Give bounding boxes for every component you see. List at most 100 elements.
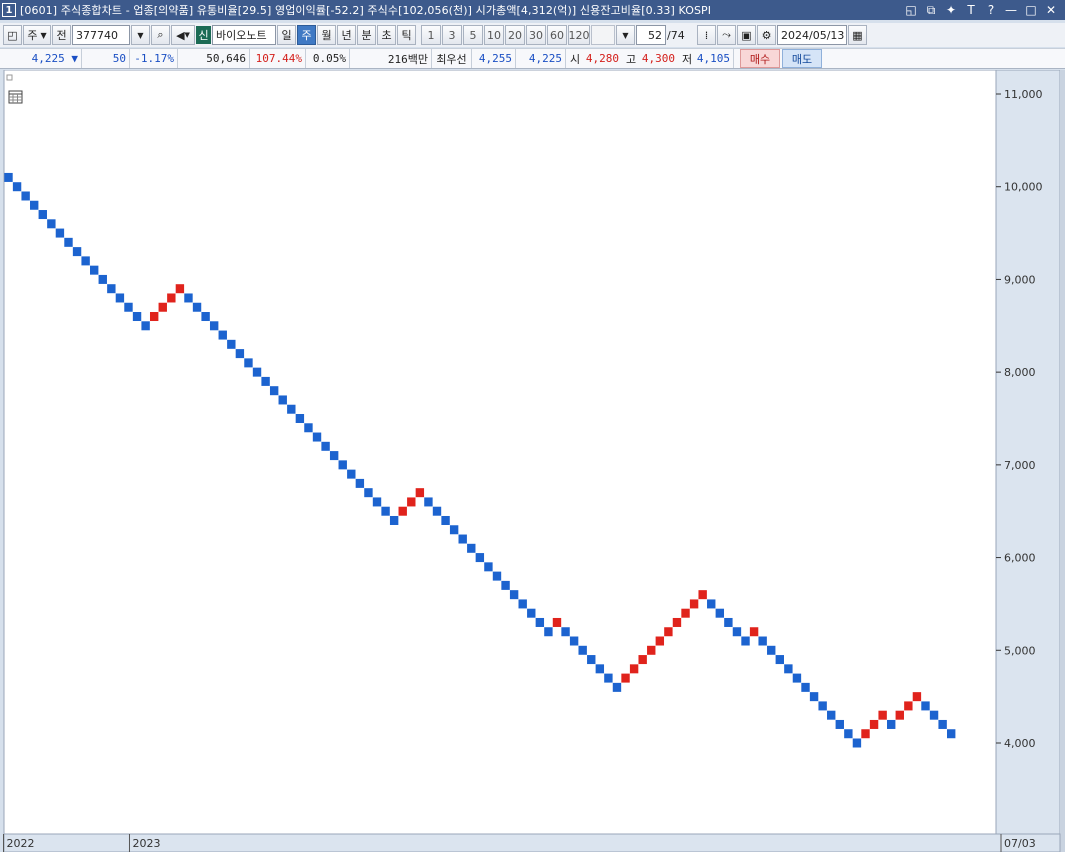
x-tick-label: 2023	[132, 837, 160, 850]
up-box	[861, 729, 870, 739]
count-input[interactable]: 52	[636, 25, 666, 45]
down-box	[192, 302, 202, 312]
down-box	[312, 432, 322, 442]
restore-icon[interactable]: ◱	[903, 2, 919, 18]
down-box	[801, 682, 810, 692]
down-box	[818, 701, 827, 711]
interval-dropdown[interactable]: ▼	[616, 25, 635, 45]
period-button[interactable]: 월	[317, 25, 336, 45]
interval-button[interactable]: 30	[526, 25, 546, 45]
close-icon[interactable]: ✕	[1043, 2, 1059, 18]
prev-button[interactable]: 전	[52, 25, 71, 45]
y-tick-label: 4,000	[1004, 737, 1036, 750]
bid-price: 4,225	[516, 49, 566, 68]
down-box	[98, 274, 107, 284]
count-total: /74	[667, 28, 685, 42]
maximize-icon[interactable]: □	[1023, 2, 1039, 18]
down-box	[184, 293, 193, 303]
speaker-icon[interactable]: ◀ ▼	[171, 25, 195, 45]
title-bar: 1 [0601] 주식종합차트 - 업종[의약품] 유통비율[29.5] 영업이…	[0, 0, 1065, 20]
down-box	[355, 478, 365, 488]
down-box	[595, 664, 605, 674]
save-icon[interactable]: ▣	[737, 25, 756, 45]
down-box	[115, 293, 125, 303]
down-box	[449, 525, 459, 535]
down-box	[844, 729, 853, 739]
stock-name-field[interactable]: 바이오노트	[212, 25, 276, 45]
minimize-icon[interactable]: —	[1003, 2, 1019, 18]
down-box	[921, 701, 930, 711]
down-box	[432, 506, 442, 516]
main-toolbar: ◰ 주 ▼ 전 377740 ▼ ⌕ ◀ ▼ 신 바이오노트 일주월년분초틱 135…	[0, 23, 1065, 47]
interval-button[interactable]: 5	[463, 25, 483, 45]
gear-icon[interactable]: ⚙	[757, 25, 776, 45]
interval-button[interactable]: 3	[442, 25, 462, 45]
chevron-down-icon: ▼	[40, 30, 47, 40]
interval-button[interactable]: 1	[421, 25, 441, 45]
text-icon[interactable]: T	[963, 2, 979, 18]
scrollbar-track[interactable]	[1060, 70, 1065, 852]
period-button[interactable]: 년	[337, 25, 356, 45]
high-label: 고	[625, 52, 637, 66]
interval-button[interactable]: 20	[505, 25, 525, 45]
period-button[interactable]: 틱	[397, 25, 416, 45]
down-box	[578, 645, 587, 655]
up-box	[672, 617, 682, 627]
help-icon[interactable]: ?	[983, 2, 999, 18]
down-box	[389, 515, 399, 525]
cascade-icon[interactable]: ⧉	[923, 2, 939, 18]
down-box	[612, 682, 622, 692]
calendar-icon[interactable]: ▦	[848, 25, 867, 45]
low-price: 4,105	[696, 49, 734, 68]
up-box	[681, 608, 690, 618]
down-box	[587, 655, 596, 665]
down-box	[604, 673, 613, 683]
price-chart[interactable]: 4,000 5,000 6,000 7,000 8,000 9,000 10,000 11,0…	[0, 69, 1065, 852]
mode-select[interactable]: 주 ▼	[23, 25, 51, 45]
up-box	[415, 488, 425, 498]
up-box	[912, 692, 922, 702]
period-button[interactable]: 일	[277, 25, 296, 45]
sell-button[interactable]: 매도	[782, 49, 822, 68]
period-button[interactable]: 주	[297, 25, 316, 45]
down-box	[707, 599, 716, 609]
volume: 50,646	[178, 49, 250, 68]
current-price: 4,225 ▼	[0, 49, 82, 68]
down-box	[132, 312, 142, 322]
down-box	[55, 228, 65, 238]
down-box	[458, 534, 467, 544]
candle-icon[interactable]: ⁞	[697, 25, 716, 45]
date-input[interactable]: 2024/05/13	[777, 25, 847, 45]
interval-button[interactable]: 10	[484, 25, 504, 45]
up-box	[698, 590, 707, 600]
search-icon[interactable]: ⌕	[151, 25, 170, 45]
y-tick-label: 9,000	[1004, 273, 1036, 286]
buy-button[interactable]: 매수	[740, 49, 780, 68]
period-button[interactable]: 초	[377, 25, 396, 45]
down-box	[261, 376, 270, 386]
down-box	[278, 395, 287, 405]
y-tick-label: 5,000	[1004, 644, 1036, 657]
table-icon[interactable]	[8, 90, 23, 104]
y-tick-label: 7,000	[1004, 459, 1036, 472]
down-box	[561, 627, 570, 637]
turnover: 0.05%	[306, 49, 350, 68]
custom-interval-input[interactable]	[591, 25, 615, 45]
y-tick-label: 11,000	[1004, 88, 1043, 101]
down-box	[227, 339, 236, 349]
code-dropdown[interactable]: ▼	[131, 25, 150, 45]
trend-icon[interactable]: ⤳	[717, 25, 736, 45]
period-button[interactable]: 분	[357, 25, 376, 45]
chart-area[interactable]: 4,000 5,000 6,000 7,000 8,000 9,000 10,000 11,0…	[0, 69, 1065, 852]
down-box	[767, 645, 776, 655]
y-tick-label: 8,000	[1004, 366, 1036, 379]
down-box	[287, 404, 296, 414]
up-box	[175, 284, 185, 294]
pin-icon[interactable]: ✦	[943, 2, 959, 18]
down-box	[295, 414, 305, 423]
stock-code-input[interactable]: 377740	[72, 25, 130, 45]
interval-button[interactable]: 60	[547, 25, 567, 45]
layout-icon[interactable]: ◰	[3, 25, 22, 45]
interval-button[interactable]: 120	[568, 25, 590, 45]
down-box	[338, 460, 347, 470]
